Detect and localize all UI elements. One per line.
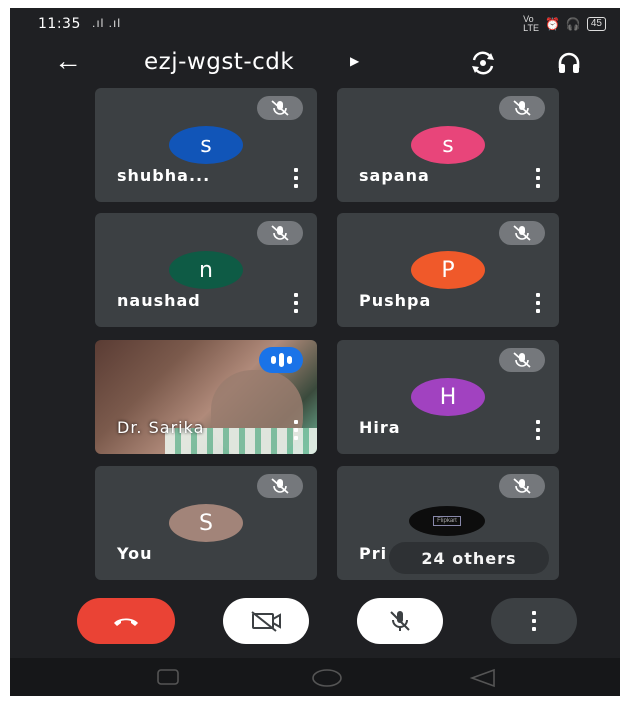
meeting-code[interactable]: ezj-wgst-cdk (144, 49, 294, 75)
participant-name: Dr. Sarika (117, 418, 205, 437)
participant-name: You (117, 544, 153, 563)
caret-right-icon[interactable]: ▶ (350, 54, 359, 68)
mic-off-icon (499, 348, 545, 372)
end-call-button[interactable] (77, 598, 175, 644)
participant-name: Hira (359, 418, 401, 437)
participant-tile[interactable]: n naushad (95, 213, 317, 327)
participant-tile[interactable]: s sapana (337, 88, 559, 202)
participant-tile[interactable]: s shubha... (95, 88, 317, 202)
recents-icon[interactable] (156, 668, 180, 686)
participant-name: shubha... (117, 166, 211, 185)
more-options-icon[interactable] (293, 293, 299, 313)
audio-output-icon[interactable] (556, 50, 582, 76)
alarm-icon: ⏰ (544, 17, 560, 31)
avatar-initial: H (439, 384, 457, 410)
more-options-icon[interactable] (535, 168, 541, 188)
avatar: s (169, 126, 243, 164)
signal-icon: .ıl .ıl (92, 16, 122, 30)
avatar: s (411, 126, 485, 164)
phone-screen: 11:35 .ıl .ıl Vo LTE ⏰ 🎧 45 ← ezj-wgst-cd… (10, 8, 620, 696)
back-nav-icon[interactable] (468, 668, 498, 688)
mic-off-icon (390, 611, 410, 631)
back-arrow-icon[interactable]: ← (54, 46, 82, 76)
more-options-button[interactable] (491, 598, 577, 644)
participant-name: sapana (359, 166, 430, 185)
participant-name: Pushpa (359, 291, 432, 310)
participant-tile[interactable]: H Hira (337, 340, 559, 454)
participant-tile[interactable]: P Pushpa (337, 213, 559, 327)
mic-off-icon (499, 221, 545, 245)
mic-off-icon (257, 474, 303, 498)
camera-toggle-button[interactable] (223, 598, 309, 644)
volte-icon: Vo LTE (523, 14, 539, 33)
avatar-initial: n (199, 257, 213, 283)
participant-name: Pri (359, 544, 388, 563)
android-nav-bar (10, 658, 620, 696)
avatar-initial: s (442, 132, 454, 158)
others-count-pill[interactable]: 24 others (389, 542, 549, 574)
more-options-icon[interactable] (293, 168, 299, 188)
hang-up-icon (114, 618, 138, 626)
avatar: P (411, 251, 485, 289)
speaking-indicator-icon (259, 347, 303, 373)
avatar: S (169, 504, 243, 542)
more-options-icon[interactable] (293, 420, 299, 440)
mic-toggle-button[interactable] (357, 598, 443, 644)
others-tile[interactable]: Flipkart Pri 24 others (337, 466, 559, 580)
self-tile[interactable]: S You (95, 466, 317, 580)
mic-off-icon (257, 96, 303, 120)
participant-name: naushad (117, 291, 201, 310)
status-icons: Vo LTE ⏰ 🎧 45 (523, 15, 606, 33)
mic-off-icon (499, 474, 545, 498)
mic-off-icon (257, 221, 303, 245)
avatar: n (169, 251, 243, 289)
others-count-label: 24 others (421, 548, 517, 568)
thumbnail-text: Flipkart (433, 516, 461, 526)
participant-thumbnail: Flipkart (409, 506, 485, 536)
battery-icon: 45 (586, 17, 606, 31)
switch-camera-icon[interactable] (470, 50, 496, 76)
more-options-icon[interactable] (535, 420, 541, 440)
status-bar: 11:35 .ıl .ıl Vo LTE ⏰ 🎧 45 (10, 8, 620, 40)
headphones-status-icon: 🎧 (565, 17, 581, 31)
avatar-initial: s (200, 132, 212, 158)
mic-off-icon (499, 96, 545, 120)
more-vert-icon (531, 611, 537, 631)
participant-video-tile[interactable]: Dr. Sarika (95, 340, 317, 454)
status-time: 11:35 (38, 16, 81, 32)
home-icon[interactable] (310, 668, 344, 688)
call-controls (10, 596, 620, 648)
avatar: H (411, 378, 485, 416)
avatar-initial: S (199, 510, 213, 536)
avatar-initial: P (441, 257, 455, 283)
meeting-header: ← ezj-wgst-cdk ▶ (10, 40, 620, 90)
camera-off-icon (251, 611, 281, 632)
more-options-icon[interactable] (535, 293, 541, 313)
